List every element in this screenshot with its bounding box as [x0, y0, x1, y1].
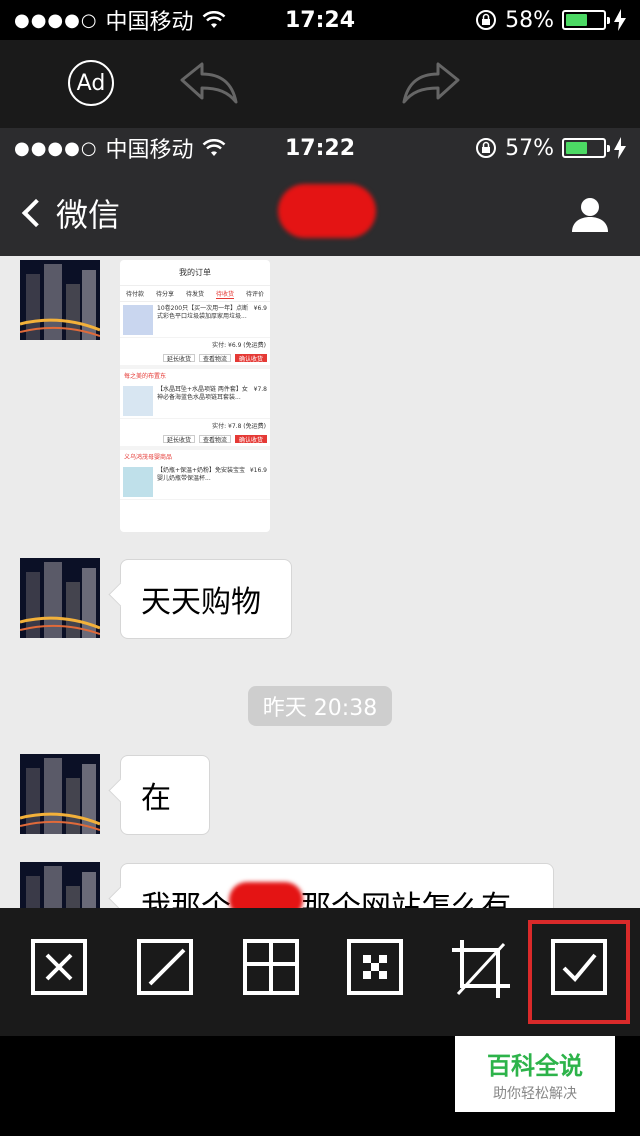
shot-order-item: 【水晶耳坠+水晶项链 两件套】女神必备海蓝色水晶项链耳套装... ¥7.8 — [120, 383, 270, 419]
message-bubble[interactable]: 在 — [120, 755, 210, 835]
back-button[interactable]: 微信 — [18, 190, 120, 236]
battery-percent: 57% — [505, 135, 554, 161]
person-icon[interactable] — [570, 196, 610, 232]
avatar[interactable] — [20, 558, 100, 638]
shot-tabs: 待付款 待分享 待发货 待收货 待评价 — [120, 286, 270, 302]
undo-arrow-icon[interactable] — [178, 58, 240, 108]
message-bubble[interactable]: 我那个 那个网站怎么有 — [120, 863, 554, 908]
battery-icon — [562, 10, 610, 30]
inner-status-bar: ●●●●○ 中国移动 17:22 57% — [0, 128, 640, 168]
screenshot-preview: ●●●●○ 中国移动 17:22 57% 微信 我的订单 待付款 待分享 待发货 待收… — [0, 128, 640, 908]
shot-order-item: 【奶瓶+保温+奶粉】免安装宝宝婴儿奶瓶带保温杯... ¥16.9 — [120, 464, 270, 500]
edit-tools-bar — [0, 908, 640, 1036]
confirm-check-icon[interactable] — [550, 938, 612, 1000]
watermark-logo: 百科全说 助你轻松解决 — [455, 1036, 615, 1112]
back-label: 微信 — [56, 196, 121, 234]
message-text: 那个网站怎么有 — [301, 890, 511, 908]
chat-area: 我的订单 待付款 待分享 待发货 待收货 待评价 10卷200只【买一次用一年】点断式彩… — [0, 256, 640, 908]
chat-nav-bar: 微信 — [0, 168, 640, 256]
avatar[interactable] — [20, 754, 100, 834]
redacted-contact-name — [278, 184, 376, 238]
cancel-crop-icon[interactable] — [30, 938, 92, 1000]
mosaic-icon[interactable] — [346, 938, 408, 1000]
outer-status-bar: ●●●●○ 中国移动 17:24 58% — [0, 0, 640, 40]
battery-icon — [562, 138, 610, 158]
edit-toolbar: Ad — [0, 40, 640, 128]
shot-header: 我的订单 — [120, 260, 270, 286]
bottom-area: 百科全说 助你轻松解决 — [0, 1036, 640, 1136]
charging-icon — [614, 9, 626, 31]
draw-icon[interactable] — [136, 938, 198, 1000]
avatar[interactable] — [20, 260, 100, 340]
add-text-icon[interactable] — [242, 938, 304, 1000]
avatar[interactable] — [20, 862, 100, 908]
redo-arrow-icon[interactable] — [400, 58, 462, 108]
orientation-lock-icon — [476, 138, 497, 158]
battery-percent: 58% — [505, 7, 554, 33]
message-text: 我那个 — [141, 890, 231, 908]
redacted-word — [229, 882, 303, 908]
chevron-left-icon — [21, 198, 51, 228]
ad-button[interactable]: Ad — [68, 60, 114, 106]
message-text: 天天购物 — [141, 585, 261, 620]
message-text: 在 — [141, 781, 171, 816]
charging-icon — [614, 137, 626, 159]
message-bubble[interactable]: 天天购物 — [120, 559, 292, 639]
shared-order-screenshot[interactable]: 我的订单 待付款 待分享 待发货 待收货 待评价 10卷200只【买一次用一年】点断式彩… — [120, 260, 270, 532]
orientation-lock-icon — [476, 10, 497, 30]
crop-icon[interactable] — [450, 938, 512, 1000]
shot-order-item: 10卷200只【买一次用一年】点断式彩色平口垃圾袋加厚家用垃圾... ¥6.9 — [120, 302, 270, 338]
timestamp-pill: 昨天 20:38 — [248, 686, 392, 726]
